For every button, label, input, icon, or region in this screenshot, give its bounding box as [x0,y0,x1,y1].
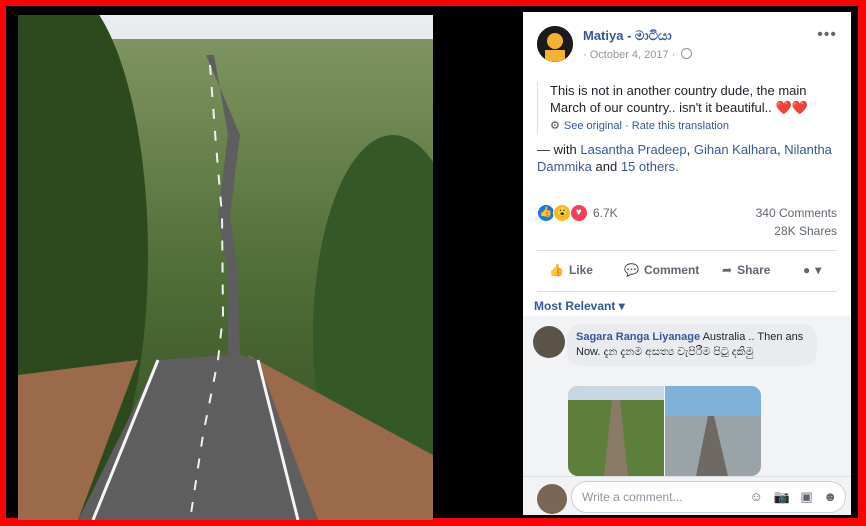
comment-author[interactable]: Sagara Ranga Liyanage [576,331,700,343]
tag-link[interactable]: Gihan Kalhara [694,142,777,157]
write-comment-bar: Write a comment... ☺ 📷 ▣ ☻ [523,476,851,515]
heart-emoji: ❤️❤️ [775,100,808,115]
love-reaction-icon: ♥ [569,204,588,222]
comment-photo[interactable] [568,386,761,476]
like-button[interactable]: 👍 Like [549,263,593,277]
globe-icon [681,48,693,59]
like-reaction-icon: 👍 [537,204,555,222]
wow-reaction-icon: 😮 [553,204,572,222]
commenter-avatar[interactable] [533,326,565,358]
share-button[interactable]: ➦ Share [722,263,770,277]
like-label: Like [568,263,593,277]
post-date[interactable]: October 4, 2017 [590,49,669,61]
author-avatar[interactable] [537,26,573,62]
post-panel: Matiya - මාටියා · October 4, 2017 · ••• … [523,12,851,515]
avatar-image [537,26,573,62]
tag-link[interactable]: Lasantha Pradeep [580,142,686,157]
comments-section: Sagara Ranga Liyanage Australia .. Then … [523,316,851,476]
reactions-bar: 👍 😮 ♥ 6.7K 340 Comments 28K Shares [537,204,837,244]
emoji-icon[interactable]: ☺ [750,489,763,504]
post-body: This is not in another country dude, the… [537,82,837,175]
share-label: Share [737,263,771,277]
more-options-icon[interactable]: ••• [817,26,837,44]
post-photo[interactable] [18,15,433,520]
action-bar: 👍 Like 💬 Comment ➦ Share ● ▾ [537,250,837,292]
translation-links: ⚙ See original · Rate this translation [550,120,729,132]
and-text: and [595,159,618,174]
comment-label: Comment [643,263,700,277]
user-avatar [537,484,567,514]
comment-placeholder: Write a comment... [582,490,683,504]
comment-photo-image [568,386,761,476]
sort-comments-dropdown[interactable]: Most Relevant ▾ [534,299,625,313]
post-as-selector[interactable]: ● ▾ [803,263,821,277]
see-original-link[interactable]: See original [564,120,622,132]
with-prefix: — with [537,142,577,157]
others-link[interactable]: 15 others. [621,159,679,174]
rate-translation-link[interactable]: Rate this translation [632,120,729,132]
sort-label: Most Relevant [534,299,616,313]
road-photo [18,15,433,520]
gif-icon[interactable]: ▣ [800,489,812,504]
author-name[interactable]: Matiya - මාටියා [583,28,672,44]
chevron-down-icon: ▾ [618,299,625,313]
chevron-down-icon: ▾ [815,263,822,277]
photo-viewer [6,6,520,520]
gear-icon: ⚙ [550,120,560,132]
reaction-count[interactable]: 6.7K [593,206,618,220]
sticker-icon[interactable]: ☻ [823,489,837,504]
comment-input[interactable]: Write a comment... ☺ 📷 ▣ ☻ [571,481,846,513]
camera-icon[interactable]: 📷 [774,489,790,504]
profile-thumb-icon: ● [803,263,811,277]
shares-count[interactable]: 28K Shares [774,224,837,238]
comments-count[interactable]: 340 Comments [756,206,837,220]
comment-bubble: Sagara Ranga Liyanage Australia .. Then … [567,324,817,366]
translated-quote: This is not in another country dude, the… [537,82,837,135]
thumbs-up-icon: 👍 [549,263,564,277]
post-message: This is not in another country dude, the… [550,83,807,115]
comment-button[interactable]: 💬 Comment [624,263,699,277]
comment-icon: 💬 [624,263,639,277]
reaction-icons[interactable]: 👍 😮 ♥ [537,204,588,222]
post-header: Matiya - මාටියා · October 4, 2017 · ••• [523,12,851,74]
share-icon: ➦ [722,263,733,277]
post-meta: · October 4, 2017 · [583,48,693,61]
tagged-friends: — with Lasantha Pradeep, Gihan Kalhara, … [537,142,832,174]
comment-input-icons: ☺ 📷 ▣ ☻ [743,489,837,505]
